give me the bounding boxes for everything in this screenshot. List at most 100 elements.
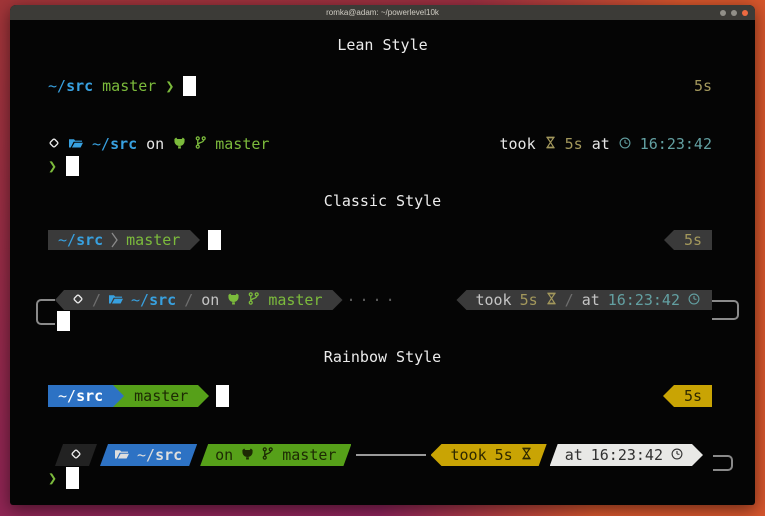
- github-octocat-icon: [227, 293, 240, 305]
- github-octocat-icon: [173, 137, 186, 149]
- terminal-window: romka@adam: ~/powerlevel10k Lean Style ~…: [10, 5, 755, 505]
- path-dir: src: [76, 386, 103, 406]
- segment-separator: /: [565, 290, 574, 310]
- prompt-frame-right: [712, 300, 739, 320]
- timestamp: 16:23:42: [591, 445, 663, 465]
- took-label: took: [475, 290, 511, 310]
- command-duration: 5s: [694, 76, 712, 96]
- powerline-arrow-icon: [190, 230, 200, 250]
- command-duration: 5s: [684, 386, 702, 406]
- hourglass-icon: [546, 292, 557, 305]
- powerline-arrow-icon: [198, 385, 209, 407]
- cursor-block: [57, 311, 70, 331]
- lean-input-line: ❯: [48, 156, 79, 176]
- at-label: at: [565, 445, 583, 465]
- hourglass-icon: [521, 447, 532, 460]
- cursor-block: [66, 156, 79, 176]
- hourglass-icon: [545, 136, 556, 149]
- os-diamond-icon: [48, 137, 60, 149]
- gap-line: [356, 454, 425, 456]
- at-label: at: [582, 290, 600, 310]
- github-octocat-icon: [241, 448, 254, 460]
- lean-simple-prompt: ~/src master ❯: [48, 76, 196, 96]
- gap-dots: ····: [347, 290, 399, 310]
- git-branch-icon: [248, 292, 259, 305]
- prompt-frame-left: [36, 299, 55, 325]
- prompt-chevron-icon: ❯: [165, 76, 174, 96]
- lean-style-heading: Lean Style: [10, 35, 755, 55]
- classic-simple-prompt: ~/src master: [48, 230, 221, 250]
- titlebar[interactable]: romka@adam: ~/powerlevel10k: [10, 5, 755, 20]
- command-duration: 5s: [565, 134, 583, 154]
- git-branch-name: master: [134, 386, 188, 406]
- powerline-arrow-icon: [663, 385, 674, 407]
- path-dir: src: [66, 76, 93, 96]
- path-dir: src: [149, 290, 176, 310]
- git-branch-name: master: [282, 445, 336, 465]
- path-home: ~/: [137, 445, 155, 465]
- on-label: on: [215, 445, 233, 465]
- path-home: ~/: [58, 230, 76, 250]
- segment-separator: /: [92, 290, 101, 310]
- path-dir: src: [155, 445, 182, 465]
- close-button[interactable]: [742, 10, 748, 16]
- git-branch-name: master: [126, 230, 180, 250]
- git-branch-name: master: [102, 76, 156, 96]
- git-branch-name: master: [268, 290, 322, 310]
- window-title: romka@adam: ~/powerlevel10k: [326, 8, 439, 17]
- rainbow-style-heading: Rainbow Style: [10, 347, 755, 367]
- minimize-button[interactable]: [720, 10, 726, 16]
- rainbow-simple-prompt: ~/src master: [48, 385, 229, 407]
- rainbow-full-prompt: ~/src on master took 5s at 16:23:42: [55, 444, 703, 466]
- os-diamond-icon: [72, 293, 84, 305]
- cursor-block: [66, 467, 79, 489]
- on-label: on: [201, 290, 219, 310]
- prompt-chevron-icon: ❯: [48, 156, 57, 176]
- git-branch-name: master: [215, 134, 269, 154]
- rainbow-input-line: ❯: [48, 467, 79, 489]
- desktop: { "window": { "title": "romka@adam: ~/po…: [0, 0, 765, 516]
- segment-separator: /: [184, 290, 193, 310]
- terminal-content[interactable]: Lean Style ~/src master ❯ 5s ~/src on ma…: [10, 20, 755, 505]
- powerline-arrow-icon: [664, 230, 674, 250]
- thin-separator-icon: [111, 232, 118, 248]
- cursor-block: [216, 385, 229, 407]
- maximize-button[interactable]: [731, 10, 737, 16]
- path-home: ~/: [131, 290, 149, 310]
- command-duration: 5s: [520, 290, 538, 310]
- path-dir: src: [110, 134, 137, 154]
- os-diamond-icon: [70, 448, 82, 460]
- powerline-arrow-icon: [113, 385, 124, 407]
- classic-style-heading: Classic Style: [10, 191, 755, 211]
- prompt-frame-right: [713, 455, 733, 471]
- clock-icon: [671, 448, 683, 460]
- path-home: ~/: [58, 386, 76, 406]
- path-dir: src: [76, 230, 103, 250]
- window-controls: [720, 10, 748, 16]
- rainbow-simple-duration: 5s: [663, 385, 712, 407]
- clock-icon: [619, 137, 631, 149]
- took-label: took: [451, 445, 487, 465]
- cursor-block: [183, 76, 196, 96]
- clock-icon: [688, 293, 700, 305]
- command-duration: 5s: [684, 230, 702, 250]
- path-home: ~/: [92, 134, 110, 154]
- lean-full-prompt-right: took 5s at 16:23:42: [500, 134, 713, 154]
- folder-icon: [115, 448, 129, 460]
- timestamp: 16:23:42: [608, 290, 680, 310]
- classic-full-prompt: / ~/src / on master ···· took 5s / at 16…: [55, 290, 712, 310]
- classic-simple-duration: 5s: [664, 230, 712, 250]
- took-label: took: [500, 134, 536, 154]
- at-label: at: [592, 134, 610, 154]
- command-duration: 5s: [495, 445, 513, 465]
- on-label: on: [146, 134, 164, 154]
- prompt-chevron-icon: ❯: [48, 468, 57, 488]
- timestamp: 16:23:42: [640, 134, 712, 154]
- lean-full-prompt-left: ~/src on master: [48, 134, 269, 154]
- folder-icon: [69, 137, 83, 149]
- path-home: ~/: [48, 76, 66, 96]
- cursor-block: [208, 230, 221, 250]
- lean-simple-duration: 5s: [694, 76, 712, 96]
- folder-icon: [109, 293, 123, 305]
- git-branch-icon: [262, 447, 273, 460]
